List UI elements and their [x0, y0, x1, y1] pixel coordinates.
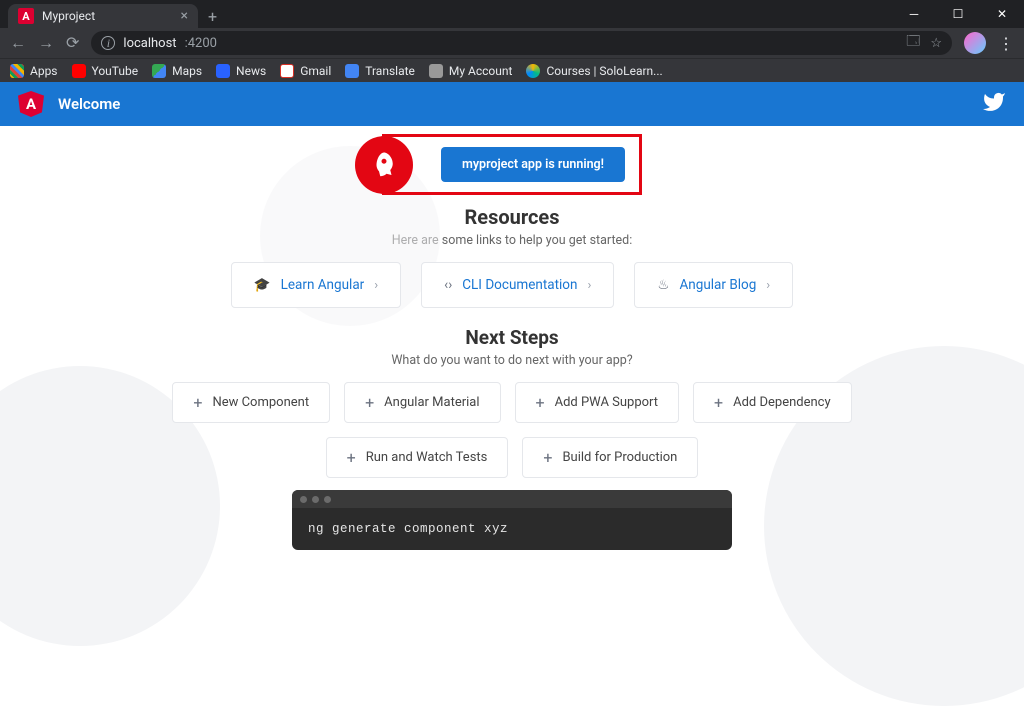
bookmark-gmail[interactable]: Gmail — [280, 64, 331, 78]
add-pwa-button[interactable]: +Add PWA Support — [515, 382, 680, 423]
tab-title: Myproject — [42, 9, 95, 23]
apps-icon — [10, 64, 24, 78]
terminal-dot — [300, 496, 307, 503]
run-tests-button[interactable]: +Run and Watch Tests — [326, 437, 509, 478]
bookmark-translate[interactable]: Translate — [345, 64, 415, 78]
bookmark-account[interactable]: My Account — [429, 64, 513, 78]
rocket-icon — [369, 150, 399, 180]
next-steps-title: Next Steps — [0, 326, 1024, 349]
bookmark-news[interactable]: News — [216, 64, 266, 78]
maps-icon — [152, 64, 166, 78]
chevron-right-icon: › — [587, 278, 591, 293]
reload-button[interactable]: ⟳ — [66, 33, 79, 53]
resource-cards: 🎓 Learn Angular › ‹› CLI Documentation ›… — [0, 262, 1024, 308]
gmail-icon — [280, 64, 294, 78]
plus-icon: + — [536, 393, 545, 412]
angular-material-button[interactable]: +Angular Material — [344, 382, 500, 423]
terminal-dot — [312, 496, 319, 503]
close-window-button[interactable]: ✕ — [980, 0, 1024, 28]
terminal-header — [292, 490, 732, 508]
code-icon: ‹› — [444, 277, 452, 293]
next-steps-buttons: +New Component +Angular Material +Add PW… — [162, 382, 862, 478]
url-port: :4200 — [185, 36, 217, 51]
resources-title: Resources — [0, 205, 1024, 229]
twitter-link[interactable] — [982, 90, 1006, 118]
page-content: myproject app is running! Resources Here… — [0, 126, 1024, 550]
back-button[interactable]: ← — [10, 33, 26, 53]
running-banner: myproject app is running! — [382, 134, 642, 195]
rocket-badge — [355, 136, 413, 194]
sololearn-icon — [526, 64, 540, 78]
browser-toolbar: ← → ⟳ i localhost :4200 🗔 ☆ ⋮ — [0, 28, 1024, 58]
flame-icon: ♨ — [657, 277, 669, 293]
angular-logo-icon: A — [18, 91, 44, 117]
plus-icon: + — [347, 448, 356, 467]
chevron-right-icon: › — [766, 278, 770, 293]
bookmark-maps[interactable]: Maps — [152, 64, 202, 78]
chevron-right-icon: › — [374, 278, 378, 293]
translate-icon[interactable]: 🗔 — [906, 32, 920, 54]
plus-icon: + — [543, 448, 552, 467]
angular-favicon: A — [18, 8, 34, 24]
window-titlebar: A Myproject × + ─ ☐ ✕ — [0, 0, 1024, 28]
window-controls: ─ ☐ ✕ — [892, 0, 1024, 28]
app-title: Welcome — [58, 95, 120, 113]
build-prod-button[interactable]: +Build for Production — [522, 437, 698, 478]
angular-blog-card[interactable]: ♨ Angular Blog › — [634, 262, 793, 308]
add-dependency-button[interactable]: +Add Dependency — [693, 382, 852, 423]
address-bar[interactable]: i localhost :4200 🗔 ☆ — [91, 31, 952, 55]
browser-tabs: A Myproject × + — [0, 0, 892, 28]
new-tab-button[interactable]: + — [198, 4, 227, 28]
running-message: myproject app is running! — [441, 147, 625, 182]
browser-menu-button[interactable]: ⋮ — [998, 34, 1014, 53]
terminal-command: ng generate component xyz — [292, 508, 732, 550]
account-icon — [429, 64, 443, 78]
profile-avatar[interactable] — [964, 32, 986, 54]
news-icon — [216, 64, 230, 78]
translate-icon — [345, 64, 359, 78]
new-component-button[interactable]: +New Component — [172, 382, 330, 423]
close-tab-icon[interactable]: × — [181, 8, 188, 24]
nav-buttons: ← → ⟳ — [10, 33, 79, 53]
site-info-icon[interactable]: i — [101, 36, 115, 50]
plus-icon: + — [193, 393, 202, 412]
bookmark-apps[interactable]: Apps — [10, 64, 58, 78]
cli-docs-card[interactable]: ‹› CLI Documentation › — [421, 262, 614, 308]
browser-tab-active[interactable]: A Myproject × — [8, 4, 198, 28]
maximize-button[interactable]: ☐ — [936, 0, 980, 28]
resources-sub: Here are some links to help you get star… — [0, 233, 1024, 248]
graduation-icon: 🎓 — [254, 277, 271, 293]
bookmarks-bar: Apps YouTube Maps News Gmail Translate M… — [0, 58, 1024, 82]
bookmark-sololearn[interactable]: Courses | SoloLearn... — [526, 64, 662, 78]
bookmark-star-icon[interactable]: ☆ — [930, 36, 942, 51]
app-toolbar: A Welcome — [0, 82, 1024, 126]
url-host: localhost — [123, 36, 176, 51]
bookmark-youtube[interactable]: YouTube — [72, 64, 139, 78]
youtube-icon — [72, 64, 86, 78]
terminal-dot — [324, 496, 331, 503]
terminal: ng generate component xyz — [292, 490, 732, 550]
learn-angular-card[interactable]: 🎓 Learn Angular › — [231, 262, 401, 308]
forward-button[interactable]: → — [38, 33, 54, 53]
minimize-button[interactable]: ─ — [892, 0, 936, 28]
plus-icon: + — [365, 393, 374, 412]
twitter-icon — [982, 90, 1006, 114]
plus-icon: + — [714, 393, 723, 412]
